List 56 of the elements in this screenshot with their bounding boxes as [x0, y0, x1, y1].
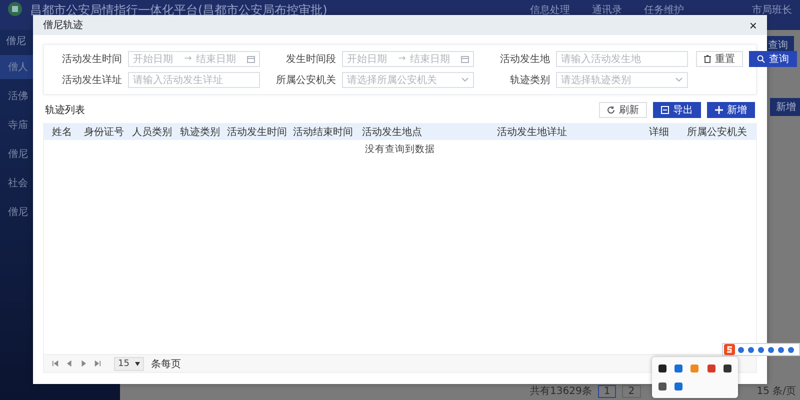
- calendar-icon: [460, 55, 469, 63]
- nav-link[interactable]: 信息处理: [530, 3, 570, 17]
- user-name: 市局班长: [752, 4, 792, 17]
- field-label: 活动发生时间: [61, 52, 122, 66]
- range-arrow: →: [184, 54, 192, 64]
- column-header: 详细: [648, 126, 670, 139]
- export-icon: [661, 106, 669, 114]
- table-title: 轨迹列表: [45, 104, 85, 117]
- page-button[interactable]: 1: [598, 384, 616, 398]
- nav-link[interactable]: 任务维护: [644, 3, 684, 17]
- nav-link[interactable]: 通讯录: [592, 3, 622, 17]
- range-arrow: →: [398, 54, 406, 64]
- plus-icon: [715, 106, 723, 114]
- trash-icon: [704, 55, 711, 63]
- close-button[interactable]: ×: [749, 18, 757, 32]
- field-label: 发生时间段: [285, 52, 336, 66]
- search-icon: [757, 55, 765, 63]
- reset-button[interactable]: 重置: [696, 51, 743, 67]
- next-page-button[interactable]: [80, 360, 87, 367]
- column-header: 姓名: [51, 126, 73, 139]
- sidebar-title: 僧尼: [5, 35, 27, 49]
- export-button[interactable]: 导出: [653, 102, 701, 118]
- field-label: 活动发生地: [499, 52, 550, 66]
- column-header: 活动发生地详址: [496, 126, 568, 139]
- caret-icon: [135, 362, 140, 366]
- page-button[interactable]: 2: [622, 384, 641, 398]
- add-button[interactable]: 新增: [707, 102, 755, 118]
- column-header: 人员类别: [131, 126, 173, 139]
- text-field[interactable]: 请输入活动发生地: [556, 51, 688, 67]
- field-label: 所属公安机关: [275, 74, 336, 87]
- chevron-down-icon: [461, 77, 469, 83]
- add-button[interactable]: 新增: [770, 98, 800, 116]
- field-label: 活动发生详址: [61, 74, 122, 87]
- column-header: 轨迹类别: [179, 126, 221, 139]
- column-header: 活动发生时间: [226, 126, 288, 139]
- empty-message: 没有查询到数据: [365, 143, 435, 157]
- column-header: 活动结束时间: [292, 126, 354, 139]
- prev-page-button[interactable]: [66, 360, 73, 367]
- text-field[interactable]: 请输入活动发生详址: [128, 72, 260, 88]
- page-size-label: 条每页: [151, 358, 181, 370]
- page-size-select[interactable]: 15 条/页: [756, 384, 796, 398]
- calendar-icon: [246, 55, 255, 63]
- page-size-select[interactable]: 15: [114, 356, 144, 370]
- column-header: 活动发生地点: [361, 126, 423, 139]
- refresh-icon: [607, 106, 615, 114]
- dialog-title: 僧尼轨迹: [43, 18, 83, 32]
- last-page-button[interactable]: [94, 360, 101, 367]
- search-button[interactable]: 查询: [749, 51, 797, 67]
- chevron-down-icon: [675, 77, 683, 83]
- total-count: 共有13629条: [530, 384, 592, 398]
- field-label: 轨迹类别: [509, 74, 550, 87]
- refresh-button[interactable]: 刷新: [599, 102, 647, 118]
- column-header: 身份证号: [83, 126, 125, 139]
- first-page-button[interactable]: [52, 360, 59, 367]
- logo-icon: [8, 2, 22, 16]
- column-header: 所属公安机关: [686, 126, 748, 139]
